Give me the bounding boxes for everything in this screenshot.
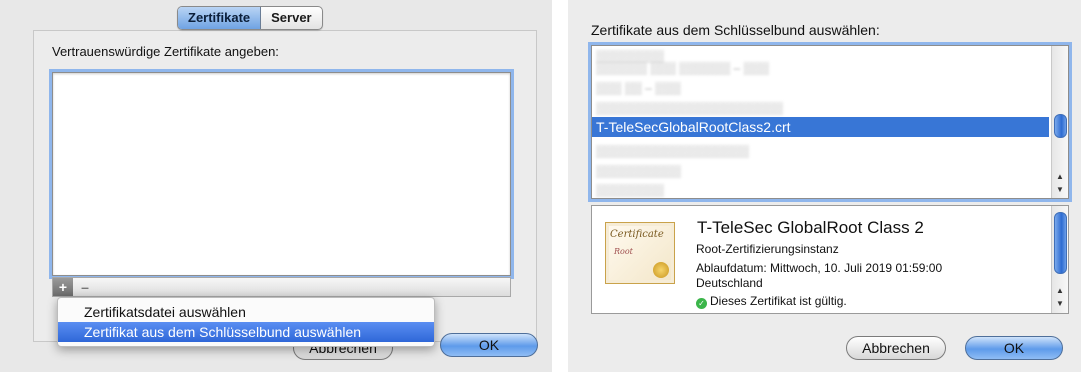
right-screenshot-panel: Zertifikate aus dem Schlüsselbund auswäh… xyxy=(568,0,1081,372)
scroll-thumb[interactable] xyxy=(1054,114,1067,138)
detail-scroll-thumb[interactable] xyxy=(1054,212,1067,274)
certificate-list[interactable] xyxy=(52,72,511,276)
valid-check-icon: ✓ xyxy=(696,298,707,309)
menu-item-choose-file[interactable]: Zertifikatsdatei auswählen xyxy=(58,302,434,322)
detail-scrollbar[interactable]: ▲ ▼ xyxy=(1051,206,1068,313)
certificate-icon-text: Certificate xyxy=(610,229,664,240)
list-item-blurred[interactable]: ▒▒▒▒▒▒▒▒ xyxy=(596,180,664,198)
add-popup-menu: Zertifikatsdatei auswählen Zertifikat au… xyxy=(57,297,435,347)
segmented-control: Zertifikate Server xyxy=(177,6,323,30)
menu-item-choose-from-keychain[interactable]: Zertifikat aus dem Schlüsselbund auswähl… xyxy=(58,322,434,342)
certificate-status-text: Dieses Zertifikat ist gültig. xyxy=(710,294,847,308)
left-screenshot-panel: Zertifikate Server Vertrauenswürdige Zer… xyxy=(0,0,552,372)
list-item-selected[interactable]: T-TeleSecGlobalRootClass2.crt xyxy=(592,117,1049,137)
certificate-title: T-TeleSec GlobalRoot Class 2 xyxy=(697,218,924,237)
ok-button[interactable]: OK xyxy=(965,336,1063,360)
scroll-down-icon[interactable]: ▼ xyxy=(1052,297,1068,310)
add-button[interactable]: + xyxy=(53,278,73,296)
list-item-blurred[interactable]: ▒▒▒ ▒▒ – ▒▒▒ xyxy=(596,78,681,98)
ok-button[interactable]: OK xyxy=(440,333,538,357)
certificate-expiry: Ablaufdatum: Mittwoch, 10. Juli 2019 01:… xyxy=(696,261,943,275)
remove-button[interactable]: – xyxy=(75,278,95,296)
instruction-label: Vertrauenswürdige Zertifikate angeben: xyxy=(52,44,279,59)
list-item-blurred[interactable]: ▒▒▒▒▒▒▒▒▒▒▒▒▒▒▒▒▒▒▒▒▒▒ xyxy=(596,98,783,118)
keychain-instruction-label: Zertifikate aus dem Schlüsselbund auswäh… xyxy=(591,22,880,38)
add-remove-bar: + – xyxy=(52,277,511,297)
tab-zertifikate[interactable]: Zertifikate xyxy=(178,7,262,29)
scroll-up-icon[interactable]: ▲ xyxy=(1052,284,1068,297)
list-item-blurred[interactable]: ▒▒▒▒▒▒▒▒▒▒▒▒▒▒▒▒▒▒ xyxy=(596,141,749,161)
certificate-type: Root-Zertifizierungsinstanz xyxy=(696,242,839,256)
tab-server[interactable]: Server xyxy=(261,7,321,29)
scroll-down-icon[interactable]: ▼ xyxy=(1052,183,1068,196)
certificate-country: Deutschland xyxy=(696,276,763,290)
certificate-detail-panel: Certificate Root T-TeleSec GlobalRoot Cl… xyxy=(591,205,1069,314)
seal-icon xyxy=(653,262,669,278)
scroll-up-icon[interactable]: ▲ xyxy=(1052,170,1068,183)
list-item-blurred[interactable]: ▒▒▒▒▒▒▒▒▒▒ xyxy=(596,161,681,181)
certificate-status: ✓ Dieses Zertifikat ist gültig. xyxy=(696,294,847,309)
certificate-icon-subtext: Root xyxy=(614,247,633,256)
list-scrollbar[interactable]: ▲ ▼ xyxy=(1051,46,1068,198)
list-item-blurred[interactable]: ▒▒▒▒▒▒ ▒▒▒ ▒▒▒▒▒▒ – ▒▒▒ xyxy=(596,58,769,78)
keychain-certificate-list[interactable]: ▒▒▒▒▒▒▒▒ ▒▒▒▒▒▒ ▒▒▒ ▒▒▒▒▒▒ – ▒▒▒ ▒▒▒ ▒▒ … xyxy=(591,45,1069,199)
cancel-button[interactable]: Abbrechen xyxy=(846,336,946,360)
certificate-icon: Certificate Root xyxy=(605,222,675,284)
